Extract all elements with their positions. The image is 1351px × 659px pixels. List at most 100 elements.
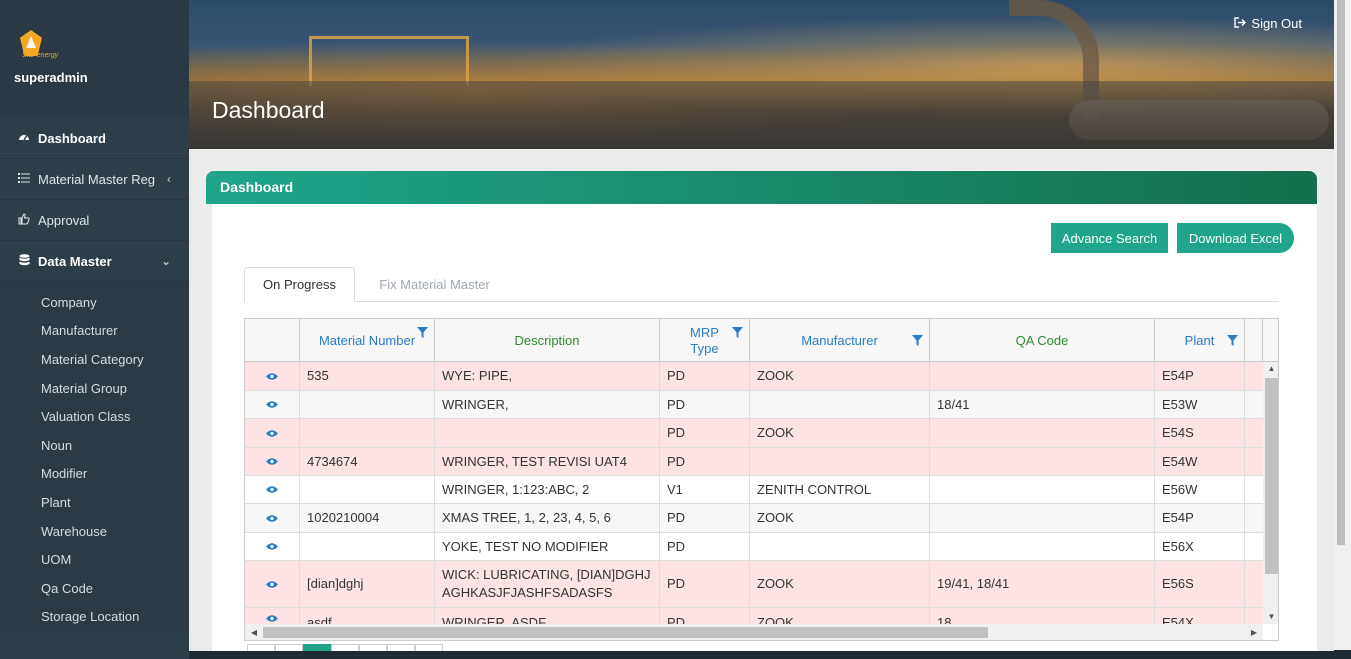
page-scrollbar-thumb[interactable]	[1337, 0, 1345, 545]
cell-plant: E54P	[1155, 504, 1245, 532]
table-row[interactable]: 4734674 WRINGER, TEST REVISI UAT4 PD E54…	[245, 448, 1263, 476]
table-row[interactable]: WRINGER, PD 18/41 E53W	[245, 391, 1263, 419]
filter-icon[interactable]	[1227, 335, 1238, 346]
cell-description: YOKE, TEST NO MODIFIER	[435, 533, 660, 560]
thumbs-up-icon	[16, 212, 32, 228]
filter-icon[interactable]	[417, 327, 428, 338]
table-row[interactable]: asdf WRINGER, ASDF PD ZOOK 18 E54X	[245, 608, 1263, 624]
table-row[interactable]: WRINGER, 1:123:ABC, 2 V1 ZENITH CONTROL …	[245, 476, 1263, 504]
view-icon[interactable]	[245, 608, 300, 624]
sub-item-qa-code[interactable]: Qa Code	[0, 573, 189, 603]
view-icon[interactable]	[245, 504, 300, 532]
table-row[interactable]: PD ZOOK E54S	[245, 419, 1263, 448]
tab-fix-material-master[interactable]: Fix Material Master	[356, 267, 513, 302]
sub-item-company[interactable]: Company	[0, 288, 189, 317]
nav-data-master[interactable]: Data Master ⌄	[0, 241, 189, 282]
sub-item-material-category[interactable]: Material Category	[0, 345, 189, 374]
cell-plant: E54P	[1155, 362, 1245, 390]
cell-qa-code	[930, 504, 1155, 532]
cell-qa-code	[930, 448, 1155, 475]
cell-plant: E54X	[1155, 608, 1245, 624]
header-label: MRP Type	[690, 324, 719, 356]
header-manufacturer[interactable]: Manufacturer	[750, 319, 930, 362]
header-image-rail	[309, 36, 469, 86]
sub-item-manufacturer[interactable]: Manufacturer	[0, 316, 189, 346]
cell-qa-code	[930, 419, 1155, 447]
sign-out-link[interactable]: Sign Out	[1234, 16, 1302, 31]
cell-qa-code	[930, 476, 1155, 503]
sub-item-noun[interactable]: Noun	[0, 430, 189, 460]
grid-vertical-scrollbar-thumb[interactable]	[1265, 378, 1278, 574]
table-row[interactable]: YOKE, TEST NO MODIFIER PD E56X	[245, 533, 1263, 561]
cell-mrp-type: PD	[660, 533, 750, 560]
scroll-right-arrow-icon[interactable]: ▶	[1247, 624, 1261, 640]
bottom-edge	[189, 651, 1351, 659]
main-content: Dashboard Advance Search Download Excel …	[189, 149, 1334, 652]
cell-manufacturer: ZOOK	[750, 504, 930, 532]
nav-approval[interactable]: Approval	[0, 200, 189, 241]
sub-item-material-group[interactable]: Material Group	[0, 373, 189, 403]
chevron-left-icon: ‹	[167, 172, 171, 186]
view-icon[interactable]	[245, 362, 300, 390]
cell-description: WICK: LUBRICATING, [DIAN]DGHJAGHKASJFJAS…	[435, 561, 660, 607]
header-qa-code[interactable]: QA Code	[930, 319, 1155, 362]
tab-on-progress[interactable]: On Progress	[244, 267, 355, 302]
filter-icon[interactable]	[912, 335, 923, 346]
sub-item-storage-location[interactable]: Storage Location	[0, 602, 189, 632]
page-scrollbar[interactable]	[1334, 0, 1351, 650]
nav-material-master-reg[interactable]: Material Master Reg ‹	[0, 159, 189, 200]
header-mrp-type[interactable]: MRP Type	[660, 319, 750, 362]
sub-item-warehouse[interactable]: Warehouse	[0, 516, 189, 546]
scroll-left-arrow-icon[interactable]: ◀	[247, 624, 261, 640]
panel-title: Dashboard	[206, 171, 1317, 204]
sub-item-modifier[interactable]: Modifier	[0, 459, 189, 489]
view-icon[interactable]	[245, 561, 300, 607]
grid-horizontal-scrollbar-thumb[interactable]	[263, 627, 988, 638]
grid-horizontal-scrollbar[interactable]: ◀ ▶	[245, 624, 1263, 640]
cell-qa-code	[930, 362, 1155, 390]
nav-label: Material Master Reg	[38, 171, 156, 187]
sub-item-plant[interactable]: Plant	[0, 488, 189, 517]
header-label: Material Number	[318, 332, 416, 348]
view-icon[interactable]	[245, 533, 300, 560]
filter-icon[interactable]	[732, 327, 743, 338]
nav-label: Dashboard	[38, 130, 106, 146]
cell-manufacturer: ZOOK	[750, 362, 930, 390]
cell-mrp-type: PD	[660, 504, 750, 532]
view-icon[interactable]	[245, 391, 300, 418]
table-row[interactable]: [dian]dghj WICK: LUBRICATING, [DIAN]DGHJ…	[245, 561, 1263, 608]
header-plant[interactable]: Plant	[1155, 319, 1245, 362]
cell-description: XMAS TREE, 1, 2, 23, 4, 5, 6	[435, 504, 660, 532]
grid-vertical-scrollbar[interactable]: ▲ ▼	[1263, 362, 1278, 624]
advance-search-button[interactable]: Advance Search	[1051, 223, 1168, 253]
scroll-down-arrow-icon[interactable]: ▼	[1263, 610, 1278, 624]
header-extra	[1245, 319, 1263, 362]
cell-description	[435, 419, 660, 447]
cell-manufacturer	[750, 448, 930, 475]
table-row[interactable]: 535 WYE: PIPE, PD ZOOK E54P	[245, 362, 1263, 391]
page-header: Dashboard Sign Out	[189, 0, 1334, 149]
view-icon[interactable]	[245, 448, 300, 475]
cell-plant: E53W	[1155, 391, 1245, 418]
cell-material-number: 1020210004	[300, 504, 435, 532]
cell-plant: E54W	[1155, 448, 1245, 475]
cell-mrp-type: PD	[660, 448, 750, 475]
view-icon[interactable]	[245, 476, 300, 503]
cell-manufacturer: ZOOK	[750, 561, 930, 607]
cell-manufacturer	[750, 391, 930, 418]
header-material-number[interactable]: Material Number	[300, 319, 435, 362]
nav-label: Approval	[38, 212, 90, 228]
cell-mrp-type: PD	[660, 362, 750, 390]
view-icon[interactable]	[245, 419, 300, 447]
sub-item-valuation-class[interactable]: Valuation Class	[0, 402, 189, 431]
table-row[interactable]: 1020210004 XMAS TREE, 1, 2, 23, 4, 5, 6 …	[245, 504, 1263, 533]
header-description[interactable]: Description	[435, 319, 660, 362]
sub-item-uom[interactable]: UOM	[0, 545, 189, 574]
download-excel-button[interactable]: Download Excel	[1177, 223, 1294, 253]
cell-mrp-type: PD	[660, 391, 750, 418]
sign-out-icon	[1234, 16, 1247, 31]
cell-mrp-type: PD	[660, 608, 750, 624]
company-logo[interactable]: Star energy	[14, 28, 70, 64]
scroll-up-arrow-icon[interactable]: ▲	[1263, 362, 1278, 376]
nav-dashboard[interactable]: Dashboard	[0, 118, 189, 159]
